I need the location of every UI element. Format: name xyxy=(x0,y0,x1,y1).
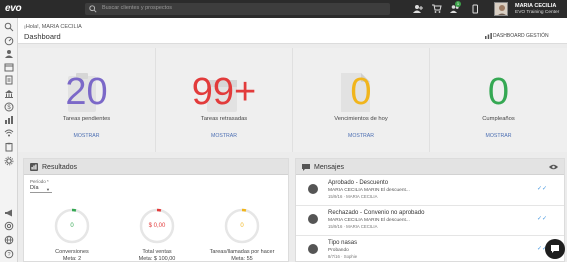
stat-label: Vencimientos de hoy xyxy=(334,116,388,122)
globe-icon[interactable] xyxy=(4,235,14,245)
show-overdue-link[interactable]: MOSTRAR xyxy=(156,133,292,139)
calendar-icon[interactable] xyxy=(4,62,14,72)
message-title: Aprobado - Descuento xyxy=(328,180,389,186)
results-title: Resultados xyxy=(42,163,78,171)
sales-goal: Meta: $ 100,00 xyxy=(138,256,176,262)
message-icon xyxy=(308,184,318,194)
show-due-today-link[interactable]: MOSTRAR xyxy=(293,133,429,139)
show-pending-link[interactable]: MOSTRAR xyxy=(18,133,155,139)
chat-button[interactable] xyxy=(545,239,565,259)
add-user-icon[interactable] xyxy=(413,4,423,14)
results-panel: Resultados Período * Día ▼ 0 Conversione… xyxy=(23,158,289,262)
double-check-icon: ✓✓ xyxy=(537,186,548,192)
sales-value: $ 0,00 xyxy=(148,223,166,229)
notification-badge: 1 xyxy=(455,1,461,7)
bar-chart-icon xyxy=(30,163,38,171)
chat-icon xyxy=(551,245,559,253)
stat-label: Tareas retrasadas xyxy=(200,116,248,122)
message-title: Tipo nasas xyxy=(328,240,358,246)
megaphone-icon[interactable] xyxy=(4,208,14,218)
message-preview: MARIA CECILIA MARIN El descuent... xyxy=(328,218,410,223)
show-birthdays-link[interactable]: MOSTRAR xyxy=(430,133,567,139)
help-icon[interactable]: ? xyxy=(4,249,14,259)
stats-row: 20 Tareas pendientes MOSTRAR 99+ Tareas … xyxy=(18,48,567,152)
stat-value: 0 xyxy=(350,71,372,113)
greeting: ¡Hola!, MARIA CECILIA xyxy=(24,24,82,30)
stat-value: 99+ xyxy=(191,71,257,113)
search-icon xyxy=(89,5,97,13)
avatar[interactable] xyxy=(494,2,508,16)
user-company: EVO Training Center xyxy=(515,9,560,15)
message-preview: Probando xyxy=(328,248,349,253)
search-input[interactable]: Buscar clientes y prospectos xyxy=(102,5,172,11)
app-logo[interactable]: evo xyxy=(5,3,22,14)
search-bar[interactable]: Buscar clientes y prospectos xyxy=(85,3,390,15)
messages-title: Mensajes xyxy=(314,163,344,171)
svg-text:?: ? xyxy=(7,252,10,258)
cart-icon[interactable] xyxy=(432,4,442,14)
message-title: Rechazado - Convenio no aprobado xyxy=(328,210,425,216)
mobile-icon[interactable] xyxy=(470,4,480,14)
bank-icon[interactable] xyxy=(4,89,14,99)
wifi-icon[interactable] xyxy=(4,128,14,138)
stat-label: Tareas pendientes xyxy=(62,116,111,122)
sidebar: $ ? xyxy=(0,18,18,262)
chart-icon[interactable] xyxy=(4,115,14,125)
message-icon xyxy=(308,244,318,254)
dollar-icon[interactable]: $ xyxy=(4,102,14,112)
sales-label: Total ventas xyxy=(142,249,172,255)
conversions-label: Conversiones xyxy=(55,249,89,255)
conversions-goal: Meta: 2 xyxy=(62,256,82,262)
chevron-down-icon[interactable]: ▼ xyxy=(46,187,50,192)
stat-card-due-today: 0 Vencimientos de hoy MOSTRAR xyxy=(292,48,429,152)
tasks-icon[interactable] xyxy=(4,75,14,85)
stat-card-birthdays: 0 Cumpleaños MOSTRAR xyxy=(429,48,567,152)
bar-chart-icon xyxy=(485,33,492,39)
support-icon[interactable] xyxy=(4,221,14,231)
user-name[interactable]: MARIA CECILIA xyxy=(515,3,556,9)
page-title: Dashboard xyxy=(24,32,61,41)
stat-value: 20 xyxy=(65,71,108,113)
messages-panel: Mensajes Aprobado - Descuento MARIA CECI… xyxy=(295,158,565,262)
message-preview: MARIA CECILIA MARIN El descuent... xyxy=(328,188,410,193)
eye-icon[interactable] xyxy=(549,164,558,170)
search-icon[interactable] xyxy=(4,22,14,32)
stat-label: Cumpleaños xyxy=(482,116,515,122)
tasks-value: 0 xyxy=(240,223,244,229)
stat-card-pending: 20 Tareas pendientes MOSTRAR xyxy=(18,48,155,152)
double-check-icon: ✓✓ xyxy=(537,216,548,222)
top-bar: evo Buscar clientes y prospectos 1 MARIA… xyxy=(0,0,567,18)
message-meta: 15/9/16 · MARIA CECILIA xyxy=(328,224,378,229)
clients-icon[interactable] xyxy=(4,49,14,59)
message-icon xyxy=(308,214,318,224)
message-item[interactable]: Aprobado - Descuento MARIA CECILIA MARIN… xyxy=(296,176,564,206)
settings-icon[interactable] xyxy=(4,156,14,166)
tasks-label: Tareas/llamadas por hacer xyxy=(209,249,275,255)
clipboard-icon[interactable] xyxy=(4,142,14,152)
tasks-goal: Meta: 55 xyxy=(231,256,253,262)
chat-bubble-icon xyxy=(302,164,310,171)
message-meta: 8/7/16 · Sophie xyxy=(328,254,358,259)
dashboard-icon[interactable] xyxy=(4,36,14,46)
results-header: Resultados xyxy=(24,159,288,175)
messages-header: Mensajes xyxy=(296,159,564,175)
message-item[interactable]: Rechazado - Convenio no aprobado MARIA C… xyxy=(296,206,564,236)
stat-value: 0 xyxy=(487,71,510,113)
message-item[interactable]: Tipo nasas Probando 8/7/16 · Sophie ✓✓ xyxy=(296,236,564,262)
dashboard-gestion-button[interactable]: DASHBOARD GESTIÓN xyxy=(493,33,549,39)
stat-card-overdue: 99+ Tareas retrasadas MOSTRAR xyxy=(155,48,292,152)
conversions-value: 0 xyxy=(70,223,74,229)
user-photo-icon xyxy=(498,5,506,15)
page-header: ¡Hola!, MARIA CECILIA Dashboard DASHBOAR… xyxy=(18,18,567,44)
message-meta: 15/9/16 · MARIA CECILIA xyxy=(328,194,378,199)
period-label: Período * xyxy=(30,179,49,184)
